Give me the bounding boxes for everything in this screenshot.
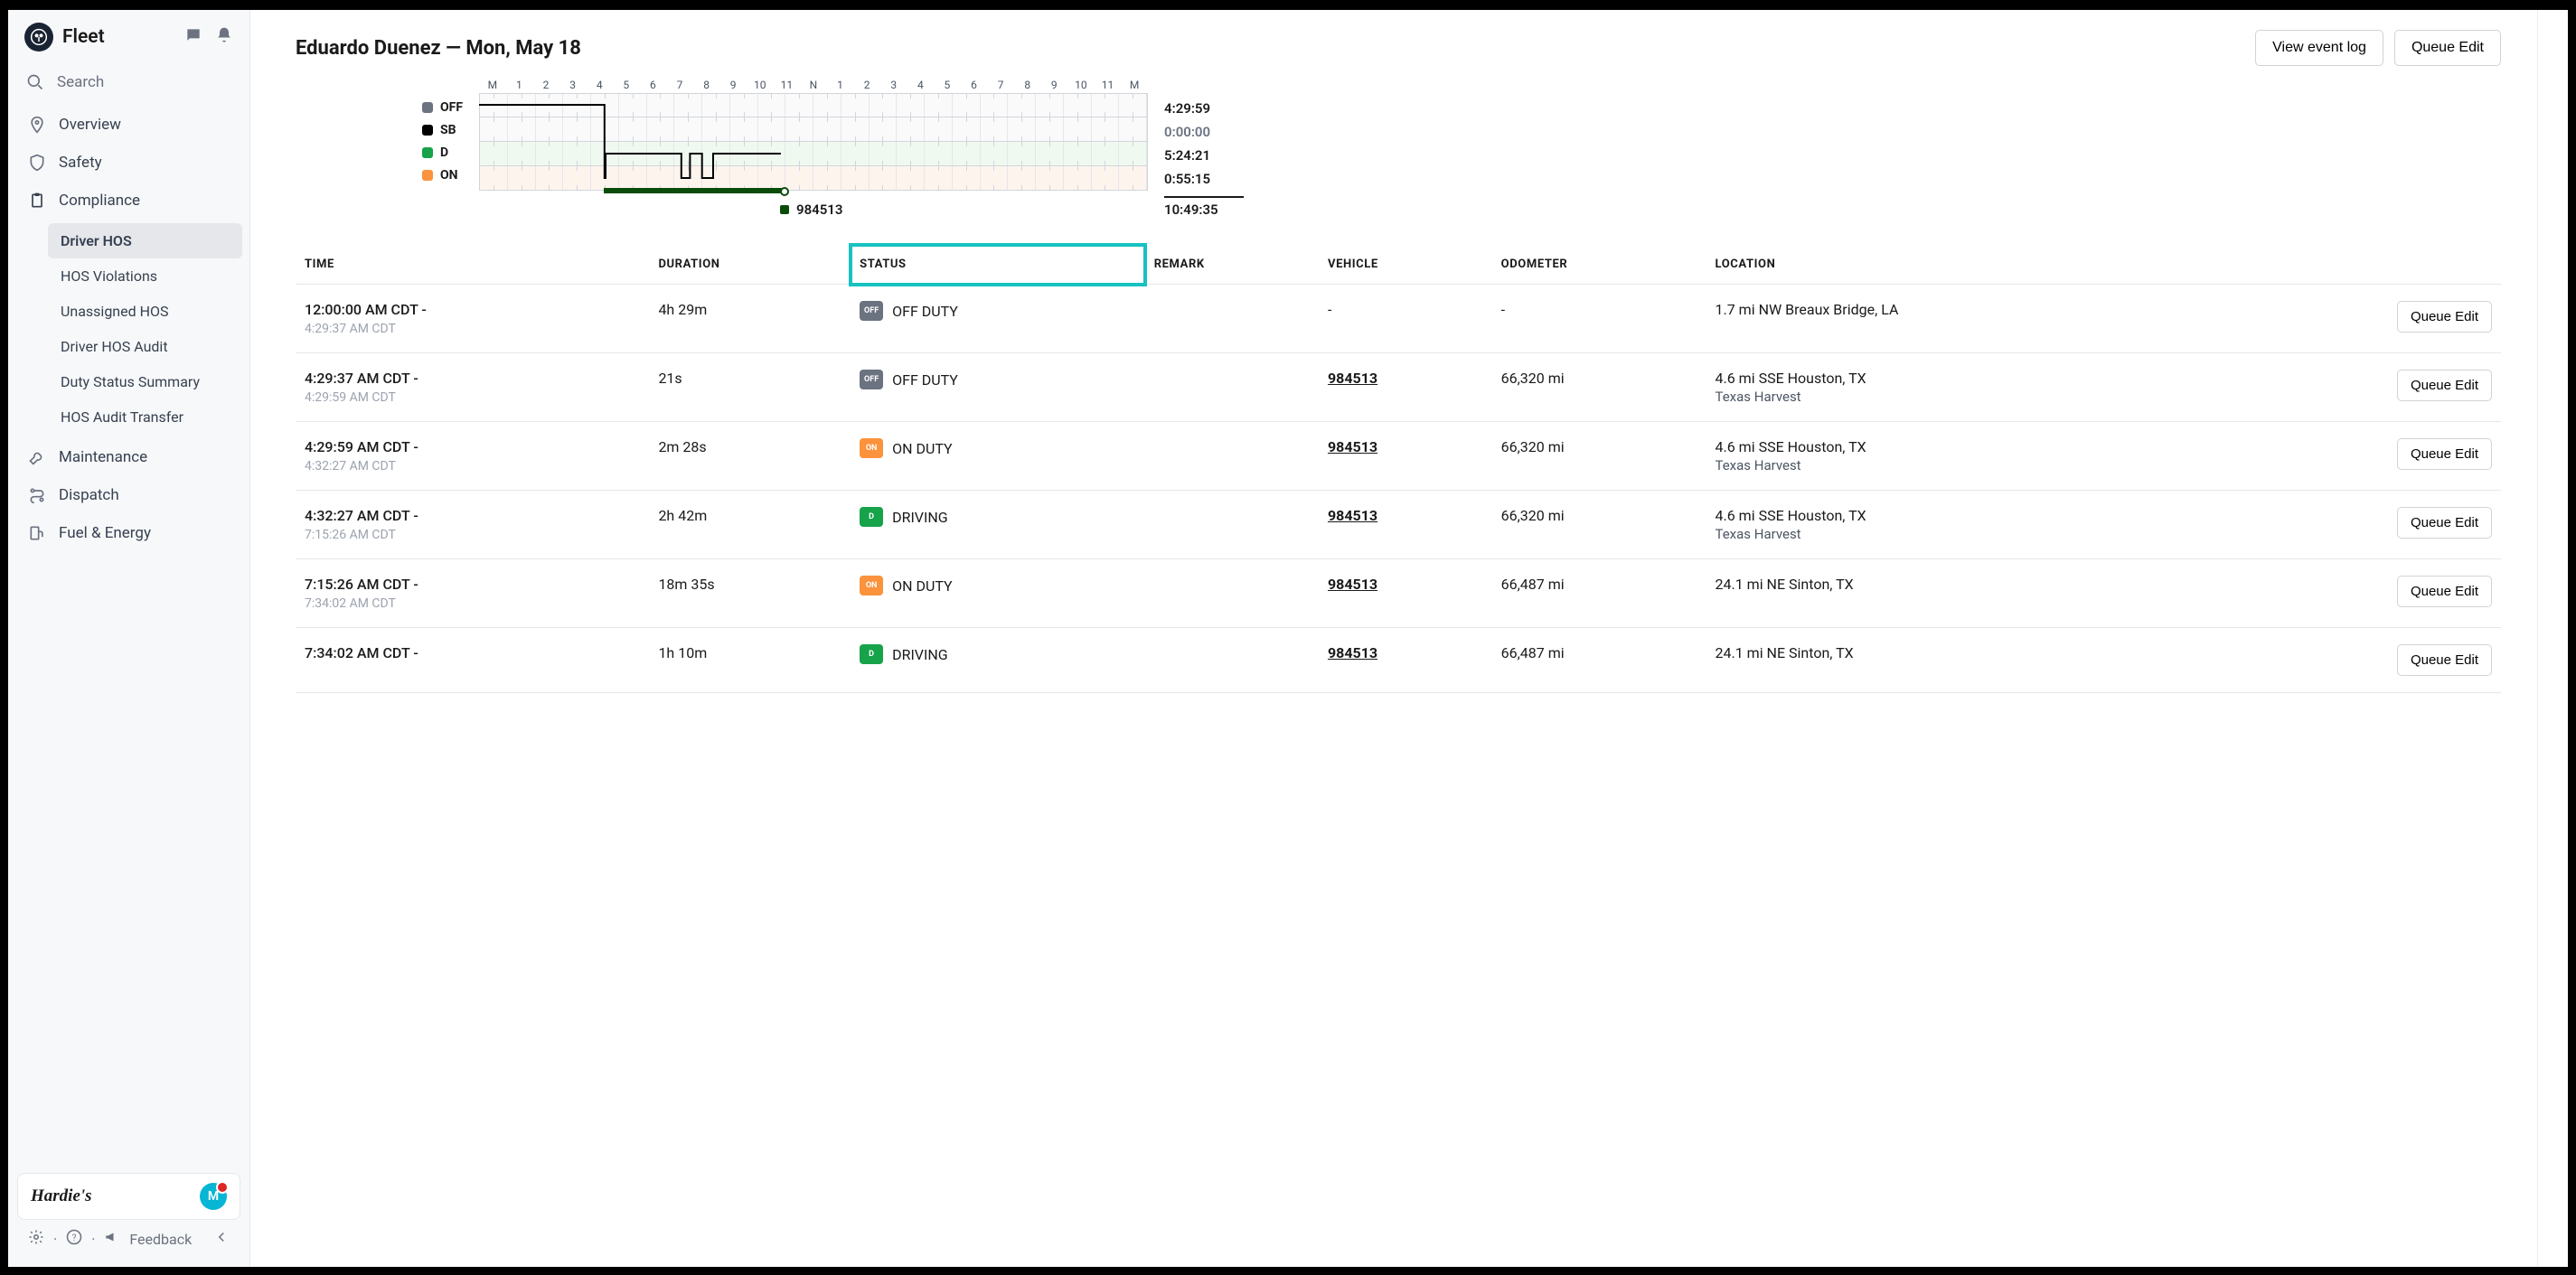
vehicle-link[interactable]: 984513 (1328, 576, 1377, 593)
hos-chart: OFFSBDON M1234567891011N1234567891011M 9… (422, 79, 2501, 218)
col-vehicle[interactable]: VEHICLE (1319, 245, 1492, 285)
avatar[interactable]: M (200, 1183, 227, 1210)
search-input[interactable]: Search (8, 64, 249, 106)
chart-ticks: M1234567891011N1234567891011M (479, 79, 1148, 91)
col-remark[interactable]: REMARK (1145, 245, 1319, 285)
svg-text:?: ? (72, 1233, 77, 1243)
row-queue-edit-button[interactable]: Queue Edit (2397, 438, 2492, 470)
main-content: Eduardo Duenez — Mon, May 18 View event … (250, 10, 2537, 1267)
gear-icon[interactable] (28, 1229, 44, 1249)
app-logo (24, 23, 53, 52)
subnav-duty-status-summary[interactable]: Duty Status Summary (48, 364, 242, 399)
sidebar: Fleet Search Overview Safety Compliance (8, 10, 250, 1267)
table-row: 7:15:26 AM CDT -7:34:02 AM CDT 18m 35s O… (296, 559, 2501, 628)
table-row: 7:34:02 AM CDT - 1h 10m DDRIVING 984513 … (296, 628, 2501, 693)
subnav-driver-hos[interactable]: Driver HOS (48, 223, 242, 258)
col-odometer[interactable]: ODOMETER (1492, 245, 1706, 285)
queue-edit-button[interactable]: Queue Edit (2394, 30, 2501, 66)
shield-icon (28, 154, 46, 172)
status-badge: D (860, 644, 883, 664)
status-badge: ON (860, 438, 883, 458)
table-row: 4:29:59 AM CDT -4:32:27 AM CDT 2m 28s ON… (296, 422, 2501, 491)
vehicle-link[interactable]: 984513 (1328, 507, 1377, 524)
col-location[interactable]: LOCATION (1706, 245, 2215, 285)
nav-fuel-energy[interactable]: Fuel & Energy (15, 514, 242, 552)
col-time[interactable]: TIME (296, 245, 649, 285)
org-name: Hardie's (31, 1186, 92, 1206)
help-icon[interactable]: ? (66, 1229, 82, 1249)
status-badge: OFF (860, 301, 883, 321)
app-title: Fleet (62, 26, 184, 48)
bell-icon[interactable] (215, 26, 233, 48)
route-icon (28, 486, 46, 504)
row-queue-edit-button[interactable]: Queue Edit (2397, 644, 2492, 676)
fuel-icon (28, 524, 46, 542)
nav-dispatch[interactable]: Dispatch (15, 476, 242, 514)
row-queue-edit-button[interactable]: Queue Edit (2397, 370, 2492, 401)
status-badge: OFF (860, 370, 883, 389)
nav-maintenance[interactable]: Maintenance (15, 438, 242, 476)
search-icon (26, 73, 44, 91)
table-row: 4:32:27 AM CDT -7:15:26 AM CDT 2h 42m DD… (296, 491, 2501, 559)
table-row: 12:00:00 AM CDT -4:29:37 AM CDT 4h 29m O… (296, 285, 2501, 353)
chart-row-off (479, 93, 1148, 117)
collapse-sidebar-button[interactable] (213, 1229, 230, 1249)
log-table: TIME DURATION STATUS REMARK VEHICLE ODOM… (296, 245, 2501, 693)
col-status[interactable]: STATUS (851, 245, 1145, 285)
chart-row-on (479, 166, 1148, 191)
org-switcher[interactable]: Hardie's M (17, 1173, 240, 1220)
subnav-unassigned-hos[interactable]: Unassigned HOS (48, 294, 242, 329)
vehicle-link[interactable]: 984513 (1328, 370, 1377, 387)
chart-row-d (479, 142, 1148, 166)
col-duration[interactable]: DURATION (649, 245, 851, 285)
chart-vehicle-label: 984513 (780, 202, 1148, 218)
vehicle-link[interactable]: 984513 (1328, 644, 1377, 661)
nav-overview[interactable]: Overview (15, 106, 242, 144)
compliance-subnav: Driver HOS HOS Violations Unassigned HOS… (15, 220, 242, 438)
nav-compliance[interactable]: Compliance (15, 182, 242, 220)
vehicle-span-bar (604, 188, 781, 193)
chart-legend: OFFSBDON (422, 79, 463, 218)
current-time-marker (780, 187, 789, 196)
clipboard-icon (28, 192, 46, 210)
chart-totals: 4:29:59 0:00:00 5:24:21 0:55:15 10:49:35 (1164, 79, 1244, 218)
scrollbar-gutter[interactable] (2537, 10, 2568, 1267)
page-title: Eduardo Duenez — Mon, May 18 (296, 37, 2255, 60)
map-pin-icon (28, 116, 46, 134)
feedback-link[interactable]: Feedback (129, 1231, 192, 1248)
view-event-log-button[interactable]: View event log (2255, 30, 2383, 66)
row-queue-edit-button[interactable]: Queue Edit (2397, 576, 2492, 607)
row-queue-edit-button[interactable]: Queue Edit (2397, 301, 2492, 333)
status-badge: D (860, 507, 883, 527)
chat-icon[interactable] (184, 26, 202, 48)
vehicle-link[interactable]: 984513 (1328, 438, 1377, 455)
subnav-hos-violations[interactable]: HOS Violations (48, 258, 242, 294)
chart-row-sb (479, 117, 1148, 142)
status-badge: ON (860, 576, 883, 595)
row-queue-edit-button[interactable]: Queue Edit (2397, 507, 2492, 539)
subnav-hos-audit-transfer[interactable]: HOS Audit Transfer (48, 399, 242, 435)
nav-safety[interactable]: Safety (15, 144, 242, 182)
subnav-driver-hos-audit[interactable]: Driver HOS Audit (48, 329, 242, 364)
table-row: 4:29:37 AM CDT -4:29:59 AM CDT 21s OFFOF… (296, 353, 2501, 422)
wrench-icon (28, 448, 46, 466)
megaphone-icon[interactable] (104, 1229, 120, 1249)
